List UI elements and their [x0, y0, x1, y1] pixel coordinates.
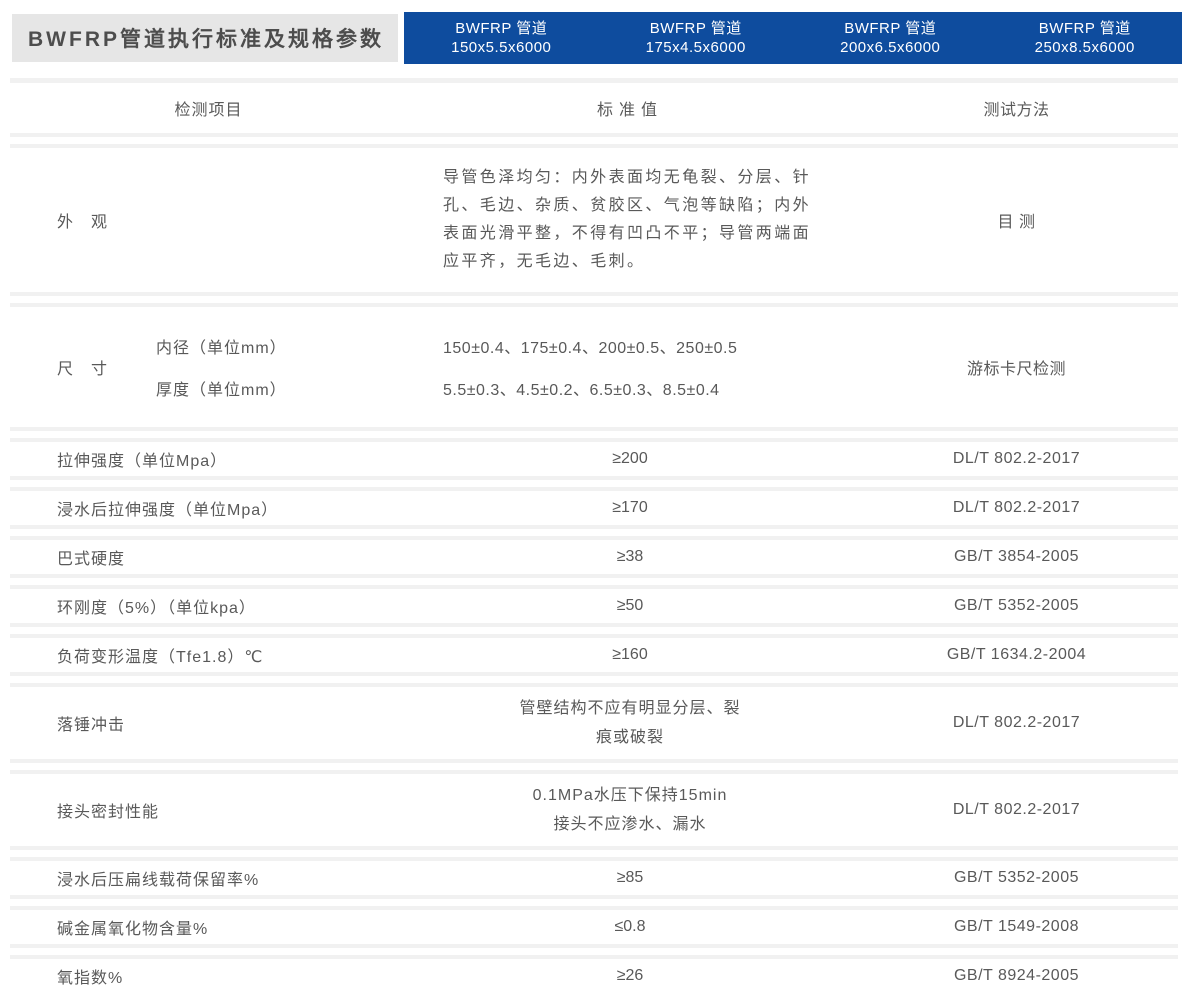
table-row: 拉伸强度（单位Mpa） ≥200 DL/T 802.2-2017: [10, 438, 1178, 480]
row-item-label: 浸水后拉伸强度（单位Mpa）: [10, 496, 360, 520]
pipe-spec-name: BWFRP 管道: [844, 19, 936, 38]
row-test-method: GB/T 5352-2005: [900, 597, 1178, 615]
row-standard-value: ≤0.8: [360, 918, 900, 936]
table-row: 环刚度（5%）（单位kpa） ≥50 GB/T 5352-2005: [10, 585, 1178, 627]
row-standard-value: ≥26: [360, 967, 900, 985]
pipe-spec-name: BWFRP 管道: [455, 19, 547, 38]
table-row: 浸水后压扁线载荷保留率% ≥85 GB/T 5352-2005: [10, 857, 1178, 899]
spec-table: 检测项目 标准值 测试方法 外 观 导管色泽均匀：内外表面均无龟裂、分层、针 孔…: [10, 78, 1178, 989]
row-item-label: 外 观: [10, 208, 360, 232]
pipe-spec-col: BWFRP 管道 250x8.5x6000: [988, 12, 1183, 64]
dimension-values: 150±0.4、175±0.4、200±0.5、250±0.5 5.5±0.3、…: [443, 325, 900, 409]
row-standard-value: 150±0.4、175±0.4、200±0.5、250±0.5 5.5±0.3、…: [360, 307, 900, 427]
row-test-method: 游标卡尺检测: [900, 355, 1178, 379]
row-test-method: DL/T 802.2-2017: [900, 499, 1178, 517]
column-header-method: 测试方法: [900, 96, 1178, 120]
pipe-spec-size: 150x5.5x6000: [451, 38, 551, 57]
row-item-label: 碱金属氧化物含量%: [10, 915, 360, 939]
table-row-appearance: 外 观 导管色泽均匀：内外表面均无龟裂、分层、针 孔、毛边、杂质、贫胶区、气泡等…: [10, 144, 1178, 296]
table-row-drop-impact: 落锤冲击 管壁结构不应有明显分层、裂 痕或破裂 DL/T 802.2-2017: [10, 683, 1178, 763]
appearance-standard-paragraph: 导管色泽均匀：内外表面均无龟裂、分层、针 孔、毛边、杂质、贫胶区、气泡等缺陷；内…: [443, 164, 811, 276]
row-test-method: 目 测: [900, 208, 1178, 232]
row-item-label: 负荷变形温度（Tfe1.8）℃: [10, 643, 360, 667]
row-standard-value: 0.1MPa水压下保持15min 接头不应渗水、漏水: [360, 781, 900, 839]
top-strip: BWFRP管道执行标准及规格参数 BWFRP 管道 150x5.5x6000 B…: [0, 0, 1188, 64]
pipe-spec-col: BWFRP 管道 150x5.5x6000: [404, 12, 599, 64]
row-test-method: GB/T 5352-2005: [900, 869, 1178, 887]
row-item-label: 拉伸强度（单位Mpa）: [10, 447, 360, 471]
page-title: BWFRP管道执行标准及规格参数: [12, 14, 398, 62]
pipe-spec-name: BWFRP 管道: [650, 19, 742, 38]
row-test-method: GB/T 1549-2008: [900, 918, 1178, 936]
row-standard-value: ≥170: [360, 499, 900, 517]
pipe-spec-col: BWFRP 管道 175x4.5x6000: [599, 12, 794, 64]
pipe-spec-col: BWFRP 管道 200x6.5x6000: [793, 12, 988, 64]
row-item-label: 浸水后压扁线载荷保留率%: [10, 866, 360, 890]
row-item-label: 落锤冲击: [10, 711, 360, 735]
table-row: 氧指数% ≥26 GB/T 8924-2005: [10, 955, 1178, 989]
row-standard-value: 管壁结构不应有明显分层、裂 痕或破裂: [360, 694, 900, 752]
row-standard-value: ≥50: [360, 597, 900, 615]
row-test-method: DL/T 802.2-2017: [900, 450, 1178, 468]
row-test-method: DL/T 802.2-2017: [900, 801, 1178, 819]
row-standard-value: 导管色泽均匀：内外表面均无龟裂、分层、针 孔、毛边、杂质、贫胶区、气泡等缺陷；内…: [360, 164, 900, 276]
table-row-dimensions: 尺 寸 内径（单位mm） 厚度（单位mm） 150±0.4、175±0.4、20…: [10, 303, 1178, 431]
table-row: 碱金属氧化物含量% ≤0.8 GB/T 1549-2008: [10, 906, 1178, 948]
pipe-spec-bar: BWFRP 管道 150x5.5x6000 BWFRP 管道 175x4.5x6…: [404, 12, 1182, 64]
row-item-label: 接头密封性能: [10, 798, 360, 822]
row-test-method: GB/T 3854-2005: [900, 548, 1178, 566]
column-header-standard: 标准值: [360, 96, 900, 120]
row-standard-value: ≥200: [360, 450, 900, 468]
pipe-spec-size: 250x8.5x6000: [1035, 38, 1135, 57]
row-item-label: 氧指数%: [10, 964, 360, 988]
column-header-item: 检测项目: [10, 96, 360, 120]
dimension-sublabel-thickness: 厚度（单位mm）: [156, 367, 287, 409]
dimension-value-inner-diameter: 150±0.4、175±0.4、200±0.5、250±0.5: [443, 325, 900, 367]
row-test-method: GB/T 8924-2005: [900, 967, 1178, 985]
row-item-label: 尺 寸 内径（单位mm） 厚度（单位mm）: [10, 325, 360, 409]
table-row: 浸水后拉伸强度（单位Mpa） ≥170 DL/T 802.2-2017: [10, 487, 1178, 529]
pipe-spec-name: BWFRP 管道: [1039, 19, 1131, 38]
table-header-row: 检测项目 标准值 测试方法: [10, 78, 1178, 137]
dimension-value-thickness: 5.5±0.3、4.5±0.2、6.5±0.3、8.5±0.4: [443, 367, 900, 409]
dimension-sublabel-inner-diameter: 内径（单位mm）: [156, 325, 287, 367]
row-standard-value: ≥160: [360, 646, 900, 664]
row-item-label: 环刚度（5%）（单位kpa）: [10, 594, 360, 618]
pipe-spec-size: 175x4.5x6000: [646, 38, 746, 57]
spec-sheet-page: BWFRP管道执行标准及规格参数 BWFRP 管道 150x5.5x6000 B…: [0, 0, 1188, 989]
dimension-sublabels: 内径（单位mm） 厚度（单位mm）: [156, 325, 287, 409]
dimensions-label: 尺 寸: [57, 355, 108, 379]
row-test-method: DL/T 802.2-2017: [900, 714, 1178, 732]
pipe-spec-size: 200x6.5x6000: [840, 38, 940, 57]
row-test-method: GB/T 1634.2-2004: [900, 646, 1178, 664]
row-item-label: 巴式硬度: [10, 545, 360, 569]
row-standard-value: ≥85: [360, 869, 900, 887]
row-standard-value: ≥38: [360, 548, 900, 566]
table-row: 负荷变形温度（Tfe1.8）℃ ≥160 GB/T 1634.2-2004: [10, 634, 1178, 676]
table-row-joint-seal: 接头密封性能 0.1MPa水压下保持15min 接头不应渗水、漏水 DL/T 8…: [10, 770, 1178, 850]
table-row: 巴式硬度 ≥38 GB/T 3854-2005: [10, 536, 1178, 578]
